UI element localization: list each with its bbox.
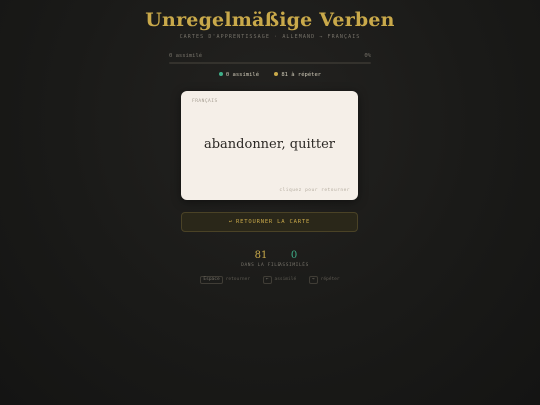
legend-review: 81 à répéter bbox=[274, 72, 321, 78]
shortcut-label: répéter bbox=[320, 277, 340, 282]
gold-dot-icon bbox=[274, 72, 279, 76]
legend-review-label: 81 à répéter bbox=[281, 72, 322, 78]
shortcut-key: ← bbox=[262, 276, 272, 284]
card-language: FRANÇAIS bbox=[192, 99, 218, 104]
legend-learned-label: 0 assimilé bbox=[225, 72, 260, 78]
flashcard[interactable]: FRANÇAIS abandonner, quitter cliquez pou… bbox=[181, 91, 358, 200]
shortcut-key: Espace bbox=[200, 276, 223, 284]
card-word: abandonner, quitter bbox=[203, 137, 336, 152]
flip-arrow-icon: ↩ bbox=[228, 219, 234, 225]
legend-learned: 0 assimilé bbox=[218, 72, 260, 78]
shortcut-key: → bbox=[308, 276, 318, 284]
shortcut-label: retourner bbox=[225, 277, 251, 282]
stat-learned: 0 ASSIMILÉS bbox=[269, 250, 319, 268]
progress-label: 0 assimilé bbox=[169, 53, 203, 59]
app-subtitle: CARTES D'APPRENTISSAGE · ALLEMAND → FRAN… bbox=[179, 34, 361, 40]
shortcut-flip: Espace retourner bbox=[200, 276, 250, 284]
stat-learned-value: 0 bbox=[290, 250, 298, 261]
legend: 0 assimilé 81 à répéter bbox=[0, 72, 540, 78]
app-title: Unregelmäßige Verben bbox=[145, 9, 395, 31]
card-hint: cliquez pour retourner bbox=[279, 188, 350, 193]
flip-card-label: RETOURNER LA CARTE bbox=[236, 219, 311, 225]
progress-percent: 0% bbox=[364, 53, 371, 59]
keyboard-shortcuts: Espace retourner ← assimilé → répéter bbox=[0, 276, 540, 284]
green-dot-icon bbox=[218, 72, 223, 76]
progress-bar bbox=[169, 62, 371, 64]
flip-card-button[interactable]: ↩ RETOURNER LA CARTE bbox=[181, 212, 358, 232]
shortcut-label: assimilé bbox=[274, 277, 297, 282]
stat-learned-label: ASSIMILÉS bbox=[279, 263, 309, 268]
shortcut-repeat: → répéter bbox=[308, 276, 340, 284]
shortcut-learned: ← assimilé bbox=[262, 276, 297, 284]
